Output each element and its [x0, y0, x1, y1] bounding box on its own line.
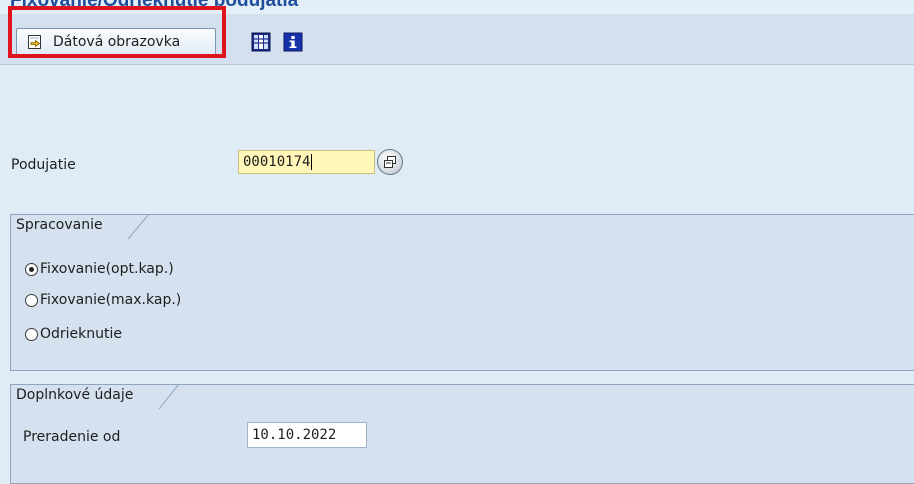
radio-fix-max-capacity[interactable]: Fixovanie(max.kap.)	[25, 292, 181, 308]
processing-group: Spracovanie Fixovanie(opt.kap.) Fixovani…	[10, 214, 914, 371]
radio-button-selected[interactable]	[25, 262, 38, 276]
radio-cancel[interactable]: Odrieknutie	[25, 326, 122, 342]
rebooking-date-value: 10.10.2022	[252, 427, 337, 443]
execute-icon	[27, 34, 43, 50]
info-icon[interactable]	[282, 31, 304, 53]
radio-fix-optimal-capacity[interactable]: Fixovanie(opt.kap.)	[25, 261, 174, 277]
radio-label: Odrieknutie	[40, 326, 123, 342]
radio-label: Fixovanie(opt.kap.)	[40, 261, 174, 277]
value-help-icon[interactable]	[377, 149, 403, 175]
additional-data-group-title: Doplnkové údaje	[16, 387, 134, 403]
window-title: Fixovanie/Odrieknutie podujatia	[10, 0, 299, 11]
application-toolbar: Dátová obrazovka	[0, 14, 914, 65]
radio-button[interactable]	[25, 327, 38, 341]
title-bar: Fixovanie/Odrieknutie podujatia	[0, 0, 914, 14]
data-screen-button-label: Dátová obrazovka	[53, 34, 181, 50]
rebooking-label: Preradenie od	[23, 429, 121, 445]
event-field[interactable]: 00010174	[238, 150, 375, 174]
event-label: Podujatie	[11, 157, 76, 173]
table-layout-icon[interactable]	[250, 31, 272, 53]
radio-button[interactable]	[25, 293, 38, 307]
text-cursor	[311, 154, 313, 170]
processing-group-title: Spracovanie	[16, 217, 103, 233]
radio-label: Fixovanie(max.kap.)	[40, 292, 182, 308]
rebooking-date-field[interactable]: 10.10.2022	[247, 422, 367, 448]
data-screen-button[interactable]: Dátová obrazovka	[16, 28, 216, 56]
event-value: 00010174	[243, 154, 311, 170]
additional-data-group: Doplnkové údaje Preradenie od 10.10.2022	[10, 384, 914, 484]
